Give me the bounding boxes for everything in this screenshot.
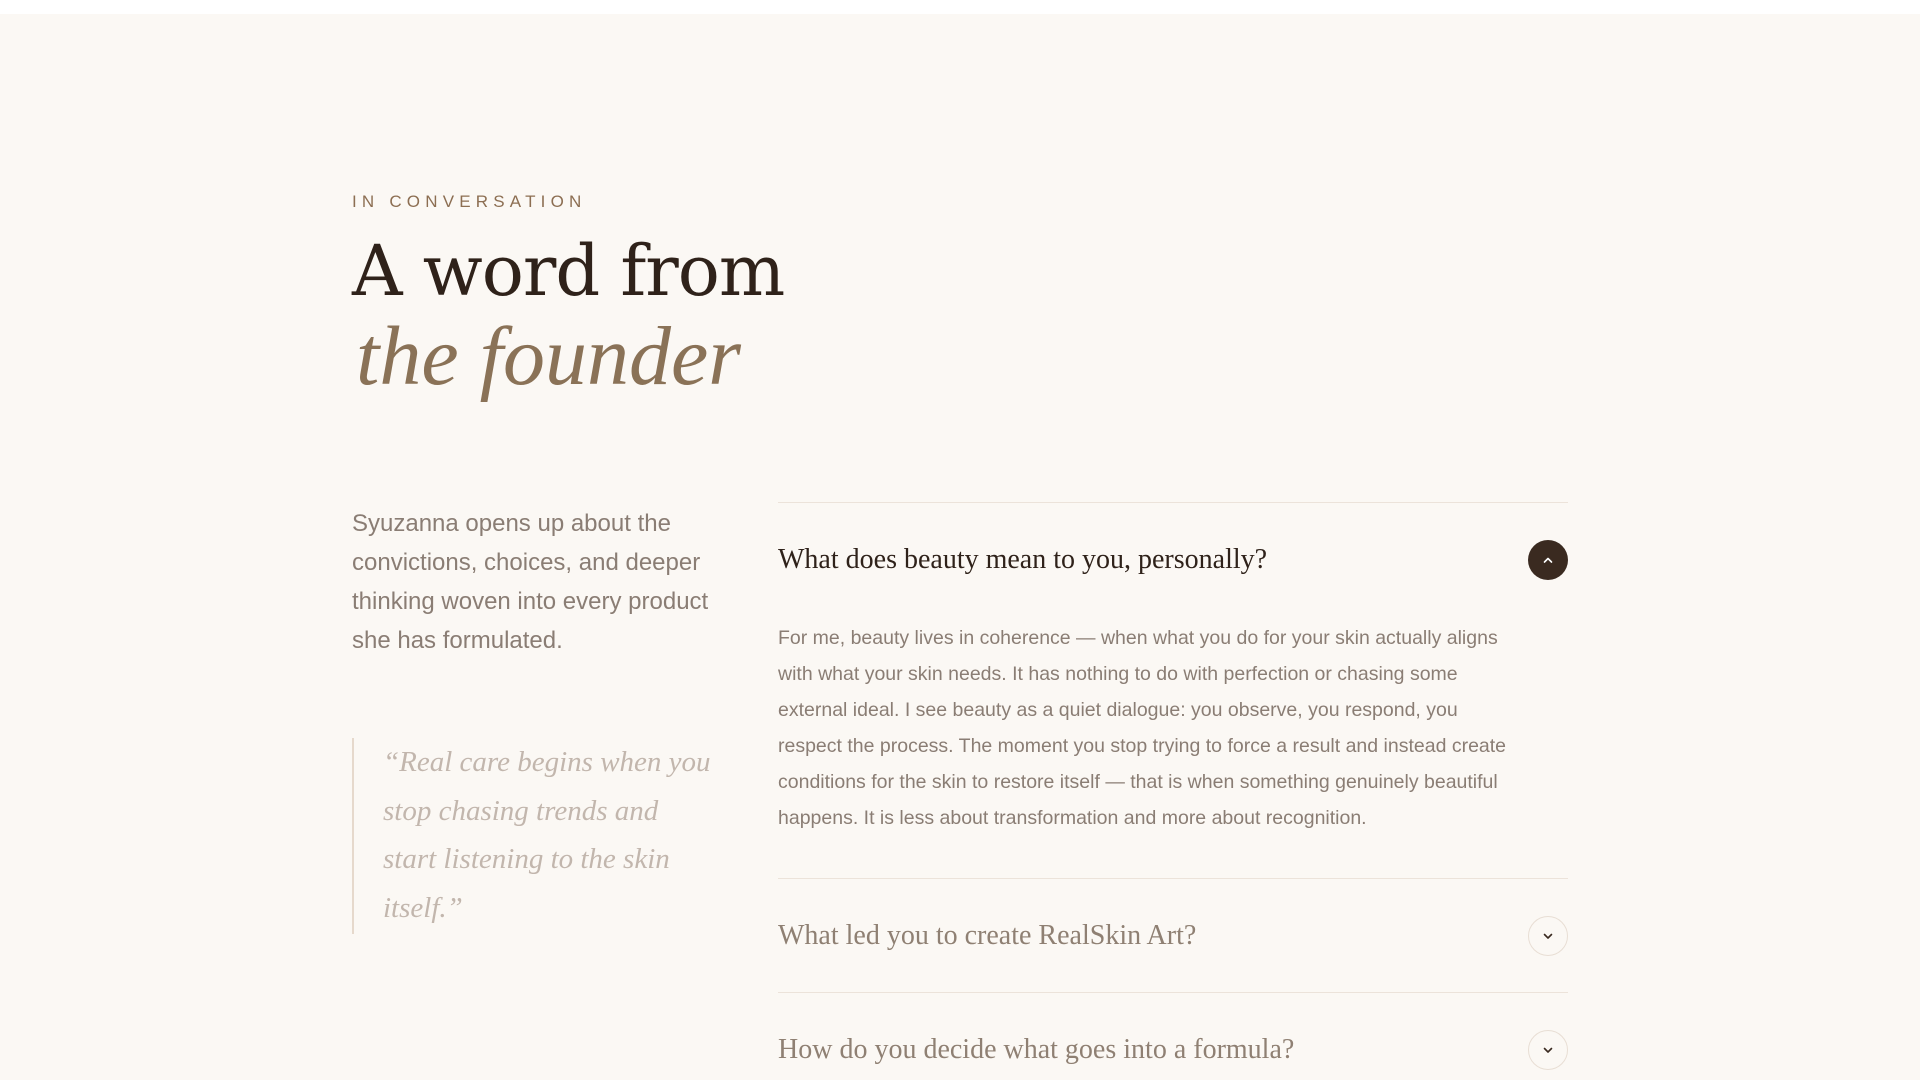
founder-quote: “Real care begins when you stop chasing … xyxy=(352,738,712,934)
chevron-down-icon-glyph xyxy=(1543,933,1553,939)
section-title: A word from the founder xyxy=(352,228,785,403)
section-eyebrow: IN CONVERSATION xyxy=(352,192,587,211)
chevron-up-icon[interactable] xyxy=(1528,539,1568,580)
chevron-up-icon-glyph xyxy=(1543,557,1553,563)
section-title-line2: the founder xyxy=(356,310,741,403)
section-title-line1: A word from xyxy=(352,230,785,312)
intro-paragraph: Syuzanna opens up about the convictions,… xyxy=(352,510,709,654)
chevron-down-icon[interactable] xyxy=(1528,915,1568,956)
faq-question[interactable]: How do you decide what goes into a formu… xyxy=(778,1034,1294,1066)
faq-accordion: What does beauty mean to you, personally… xyxy=(778,502,1568,1080)
chevron-down-icon[interactable] xyxy=(1528,1029,1568,1070)
faq-item: What led you to create RealSkin Art? xyxy=(778,878,1568,992)
top-header-strip xyxy=(0,0,1920,14)
faq-question-row[interactable]: What does beauty mean to you, personally… xyxy=(778,503,1568,616)
faq-item: What does beauty mean to you, personally… xyxy=(778,502,1568,878)
faq-question-row[interactable]: How do you decide what goes into a formu… xyxy=(778,993,1568,1080)
faq-answer: For me, beauty lives in coherence — when… xyxy=(778,627,1507,829)
chevron-down-icon-glyph xyxy=(1543,1047,1553,1053)
faq-item: How do you decide what goes into a formu… xyxy=(778,992,1568,1080)
faq-question[interactable]: What led you to create RealSkin Art? xyxy=(778,920,1196,952)
faq-question[interactable]: What does beauty mean to you, personally… xyxy=(778,544,1267,576)
faq-question-row[interactable]: What led you to create RealSkin Art? xyxy=(778,879,1568,992)
